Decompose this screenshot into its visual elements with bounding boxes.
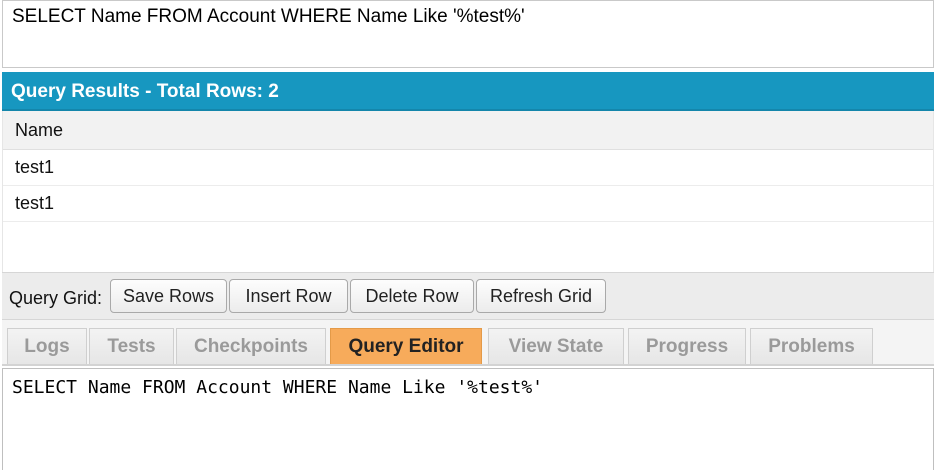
tab-label: Logs [24,335,70,357]
save-rows-button[interactable]: Save Rows [110,279,227,313]
query-editor[interactable]: SELECT Name FROM Account WHERE Name Like… [2,368,934,470]
table-row[interactable]: test1 [3,150,933,186]
tab-label: Checkpoints [193,335,309,357]
delete-row-button[interactable]: Delete Row [350,279,474,313]
tab-tests[interactable]: Tests [89,328,174,364]
tab-query-editor[interactable]: Query Editor [330,328,482,364]
tab-problems[interactable]: Problems [750,328,873,364]
tab-label: Progress [645,335,729,357]
query-results-header: Query Results - Total Rows: 2 [2,72,934,111]
panel-tab-bar: Logs Tests Checkpoints Query Editor View… [2,320,934,366]
table-row[interactable]: test1 [3,186,933,222]
insert-row-button[interactable]: Insert Row [229,279,348,313]
refresh-grid-button[interactable]: Refresh Grid [476,279,606,313]
table-cell: test1 [15,157,55,177]
column-header-name: Name [15,120,64,140]
tab-view-state[interactable]: View State [488,328,624,364]
query-results-title: Query Results - Total Rows: 2 [11,81,279,102]
tab-checkpoints[interactable]: Checkpoints [176,328,326,364]
table-cell: test1 [15,193,55,213]
query-grid-label: Query Grid: [9,288,103,308]
tab-label: Query Editor [348,335,464,357]
query-editor-text: SELECT Name FROM Account WHERE Name Like… [12,377,544,398]
tab-label: Problems [768,335,855,357]
tab-label: View State [508,335,604,357]
query-input-text: SELECT Name FROM Account WHERE Name Like… [12,6,525,27]
tab-progress[interactable]: Progress [628,328,746,364]
query-results-grid: Name test1 test1 [2,111,934,272]
query-input-area[interactable]: SELECT Name FROM Account WHERE Name Like… [2,0,934,68]
query-grid-toolbar: Query Grid: Save Rows Insert Row Delete … [2,272,934,320]
tab-logs[interactable]: Logs [7,328,87,364]
grid-column-header[interactable]: Name [3,111,933,150]
tab-label: Tests [107,335,156,357]
